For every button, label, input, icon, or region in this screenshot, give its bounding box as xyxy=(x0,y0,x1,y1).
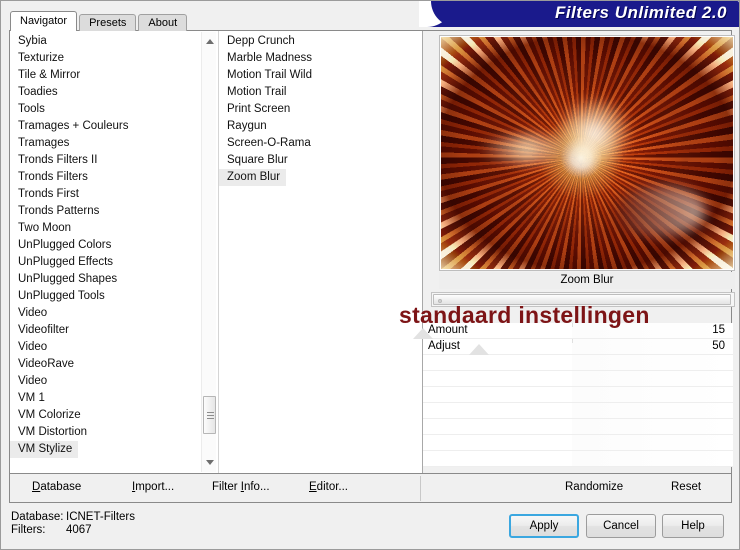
parameter-list: Amount 15 Adjust 50 xyxy=(413,323,733,471)
help-button[interactable]: Help xyxy=(662,514,724,538)
main-panel: Sybia Texturize Tile & Mirror Toadies To… xyxy=(9,30,735,474)
parameter-row-empty xyxy=(423,403,733,419)
category-list-panel: Sybia Texturize Tile & Mirror Toadies To… xyxy=(10,31,217,473)
tab-about[interactable]: About xyxy=(138,14,188,31)
preview-horizontal-scrollbar[interactable] xyxy=(431,292,735,307)
category-listbox[interactable]: Sybia Texturize Tile & Mirror Toadies To… xyxy=(10,33,217,471)
database-button[interactable]: DDatabaseatabase xyxy=(32,481,81,493)
list-item[interactable]: UnPlugged Effects xyxy=(10,254,217,271)
list-item[interactable]: Square Blur xyxy=(219,152,421,169)
parameter-row-adjust[interactable]: Adjust 50 xyxy=(423,339,733,355)
status-filters-value: 4067 xyxy=(66,524,92,536)
filter-list-panel: Depp Crunch Marble Madness Motion Trail … xyxy=(218,31,421,473)
list-item[interactable]: Print Screen xyxy=(219,101,421,118)
list-item[interactable]: Videofilter xyxy=(10,322,217,339)
category-list-item-selected[interactable]: VM Stylize xyxy=(10,441,79,458)
preview-panel: Zoom Blur Amount 15 Adjust 50 xyxy=(413,31,735,473)
triangle-up-icon[interactable] xyxy=(202,34,217,49)
list-item[interactable]: Motion Trail Wild xyxy=(219,67,421,84)
list-item[interactable]: Raygun xyxy=(219,118,421,135)
list-item[interactable]: Tramages xyxy=(10,135,217,152)
preview-highlight-core xyxy=(558,98,630,170)
filter-list-item-selected[interactable]: Zoom Blur xyxy=(219,169,287,186)
tab-navigator[interactable]: Navigator xyxy=(10,11,78,31)
list-item[interactable]: UnPlugged Tools xyxy=(10,288,217,305)
toolbar-divider xyxy=(420,476,421,501)
status-database-label: Database: xyxy=(11,511,64,523)
parameter-row-empty xyxy=(423,419,733,435)
list-item[interactable]: VM Colorize xyxy=(10,407,217,424)
tab-presets[interactable]: Presets xyxy=(79,14,137,31)
list-item[interactable]: Video xyxy=(10,373,217,390)
parameter-row-empty xyxy=(423,451,733,467)
list-item-partial[interactable] xyxy=(10,458,217,466)
list-item[interactable]: Tramages + Couleurs xyxy=(10,118,217,135)
list-item[interactable]: Tronds Filters xyxy=(10,169,217,186)
parameter-value: 15 xyxy=(712,324,725,336)
scrollbar-grip xyxy=(207,412,214,419)
status-bar: Database: ICNET-Filters Filters: 4067 Appl… xyxy=(1,503,739,549)
hscrollbar-thumb[interactable] xyxy=(433,294,731,305)
list-item[interactable]: Toadies xyxy=(10,84,217,101)
editor-button[interactable]: Editor... xyxy=(309,481,348,493)
list-item[interactable]: Texturize xyxy=(10,50,217,67)
cancel-button[interactable]: Cancel xyxy=(586,514,656,538)
list-item[interactable]: Tronds Filters II xyxy=(10,152,217,169)
preview-image-frame[interactable] xyxy=(439,35,735,271)
scrollbar-thumb[interactable] xyxy=(203,396,216,434)
tab-bar: Navigator Presets About xyxy=(10,11,189,31)
reset-button[interactable]: Reset xyxy=(671,481,701,493)
bottom-toolbar: DDatabaseatabase Import... Filter Info..… xyxy=(9,474,732,503)
category-list-scrollbar[interactable] xyxy=(201,32,216,472)
list-item[interactable]: Marble Madness xyxy=(219,50,421,67)
preview-caption: Zoom Blur xyxy=(439,272,735,289)
list-item[interactable]: Tronds Patterns xyxy=(10,203,217,220)
status-database-value: ICNET-Filters xyxy=(66,511,135,523)
triangle-down-icon[interactable] xyxy=(202,455,217,470)
import-button[interactable]: Import... xyxy=(132,481,174,493)
list-item[interactable]: Tile & Mirror xyxy=(10,67,217,84)
parameter-row-empty xyxy=(423,387,733,403)
list-item[interactable]: UnPlugged Shapes xyxy=(10,271,217,288)
status-filters: Filters: 4067 xyxy=(11,524,92,536)
list-item[interactable]: Two Moon xyxy=(10,220,217,237)
list-item[interactable]: Screen-O-Rama xyxy=(219,135,421,152)
parameter-row-empty xyxy=(423,435,733,451)
parameter-row-empty xyxy=(423,371,733,387)
status-filters-label: Filters: xyxy=(11,524,46,536)
list-item[interactable]: Motion Trail xyxy=(219,84,421,101)
app-title: Filters Unlimited 2.0 xyxy=(554,3,727,22)
list-item[interactable]: Tools xyxy=(10,101,217,118)
randomize-button[interactable]: Randomize xyxy=(565,481,623,493)
list-item[interactable]: Tronds First xyxy=(10,186,217,203)
parameter-track[interactable] xyxy=(423,323,733,338)
status-database: Database: ICNET-Filters xyxy=(11,511,135,523)
list-item[interactable]: Video xyxy=(10,305,217,322)
filters-unlimited-window: Filters Unlimited 2.0 Navigator Presets … xyxy=(0,0,740,550)
parameter-row-amount[interactable]: Amount 15 xyxy=(413,323,733,339)
parameter-name: Amount xyxy=(428,324,468,336)
parameter-name: Adjust xyxy=(428,340,460,352)
list-item[interactable]: UnPlugged Colors xyxy=(10,237,217,254)
parameter-row-empty xyxy=(423,355,733,371)
list-item[interactable]: VM 1 xyxy=(10,390,217,407)
parameter-value: 50 xyxy=(712,340,725,352)
list-item[interactable]: Video xyxy=(10,339,217,356)
list-item[interactable]: Depp Crunch xyxy=(219,33,421,50)
list-item[interactable]: VM Distortion xyxy=(10,424,217,441)
parameter-handle[interactable] xyxy=(469,344,489,355)
hscrollbar-grip xyxy=(438,299,442,303)
filter-info-button[interactable]: Filter Info... xyxy=(212,481,270,493)
preview-lower-glow xyxy=(615,186,705,236)
apply-button[interactable]: Apply xyxy=(509,514,579,538)
list-item[interactable]: Sybia xyxy=(10,33,217,50)
list-item[interactable]: VideoRave xyxy=(10,356,217,373)
filter-listbox[interactable]: Depp Crunch Marble Madness Motion Trail … xyxy=(219,33,421,471)
